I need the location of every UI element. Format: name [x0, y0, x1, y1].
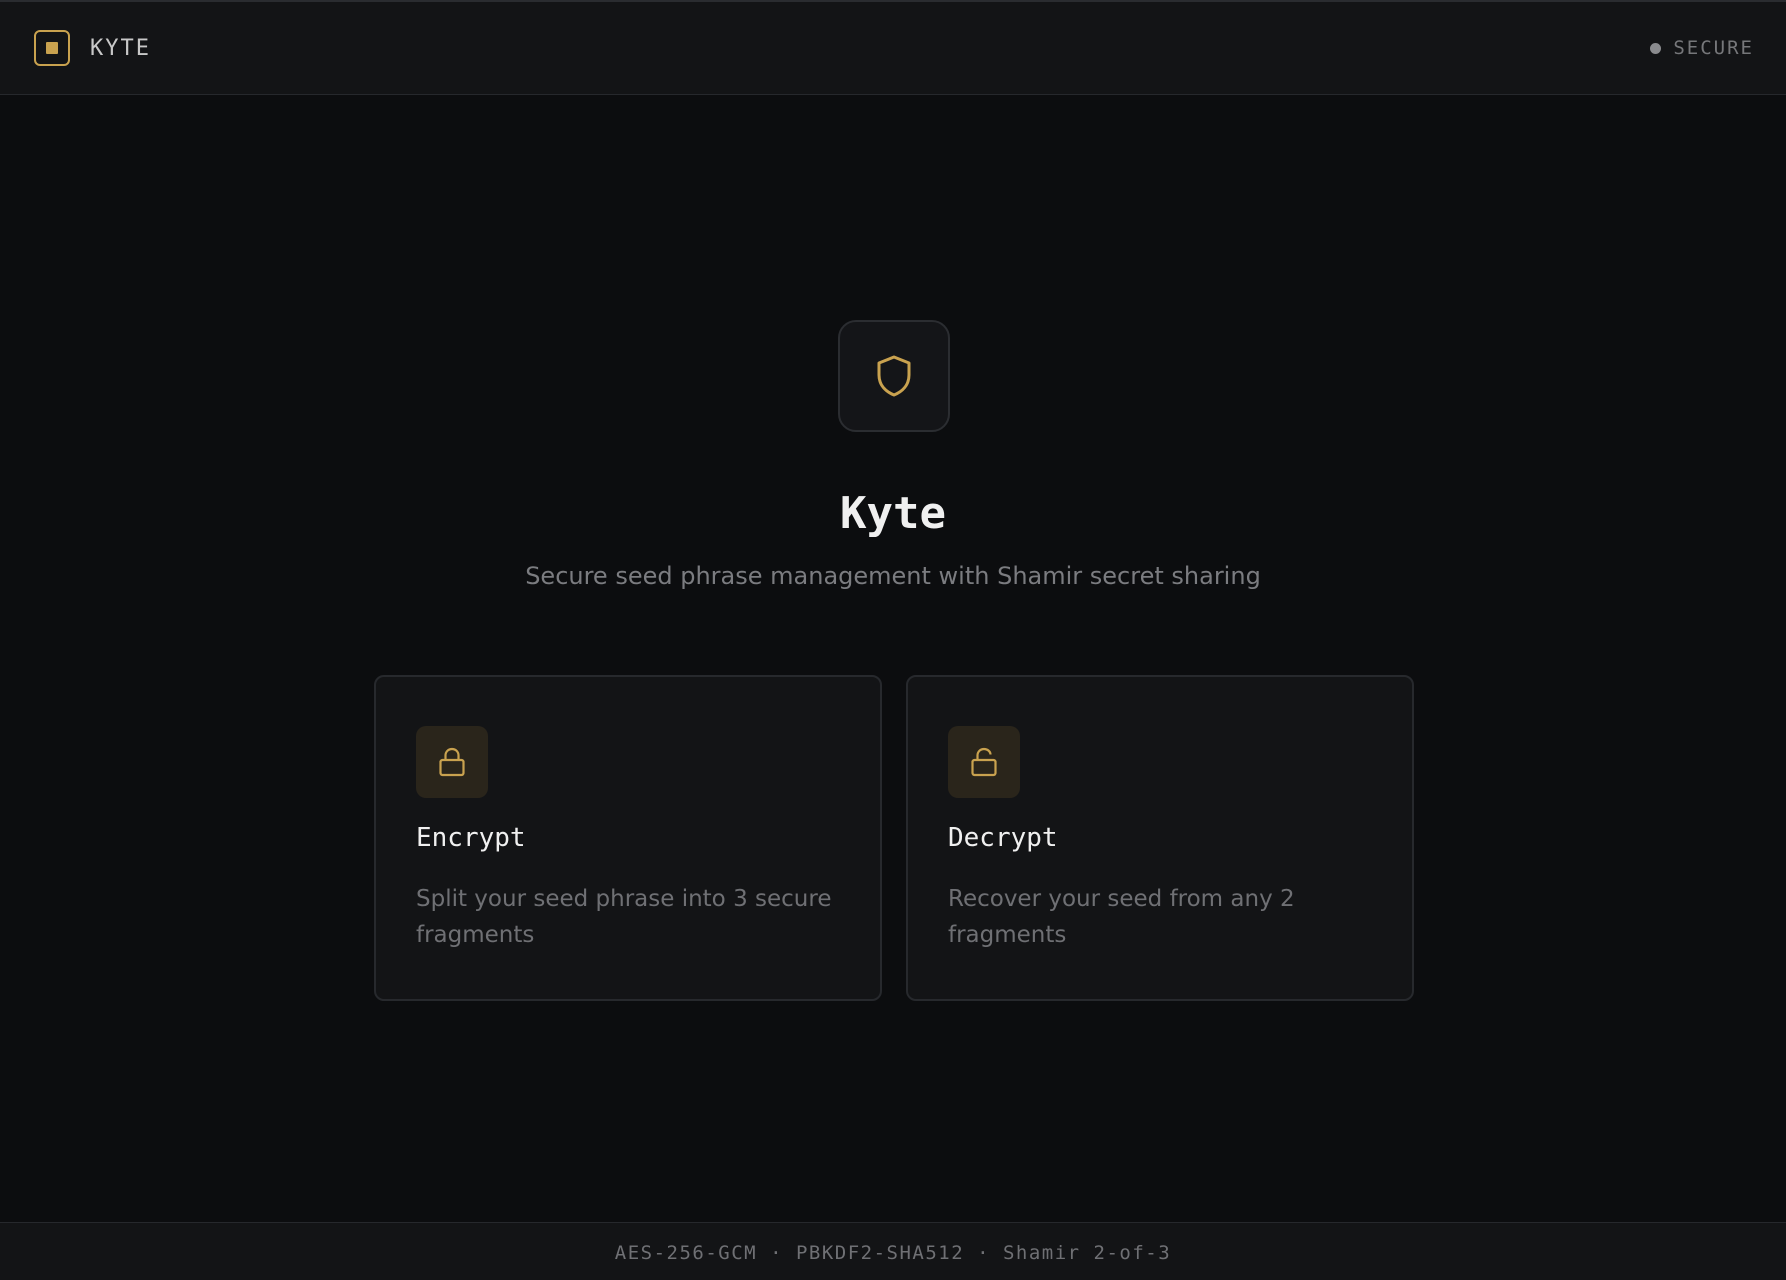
- encrypt-icon-container: [416, 726, 488, 798]
- app-root: KYTE SECURE Kyte Secure seed phrase mana…: [0, 0, 1786, 1280]
- encrypt-card[interactable]: Encrypt Split your seed phrase into 3 se…: [374, 675, 882, 1001]
- hero-icon-container: [838, 320, 950, 432]
- footer: AES-256-GCM · PBKDF2-SHA512 · Shamir 2-o…: [0, 1222, 1786, 1280]
- decrypt-icon-container: [948, 726, 1020, 798]
- page-subtitle: Secure seed phrase management with Shami…: [525, 562, 1261, 590]
- decrypt-card[interactable]: Decrypt Recover your seed from any 2 fra…: [906, 675, 1414, 1001]
- status-label: SECURE: [1673, 37, 1754, 59]
- logo-inner-square: [46, 42, 58, 54]
- status-dot-icon: [1650, 42, 1662, 54]
- brand[interactable]: KYTE: [34, 30, 151, 66]
- unlock-icon: [971, 747, 997, 777]
- decrypt-title: Decrypt: [948, 823, 1058, 853]
- security-status: SECURE: [1650, 37, 1754, 59]
- brand-name: KYTE: [90, 35, 151, 61]
- lock-icon: [439, 747, 465, 777]
- shield-icon: [877, 355, 911, 397]
- page-title: Kyte: [840, 488, 946, 539]
- kyte-logo-icon: [34, 30, 70, 66]
- decrypt-description: Recover your seed from any 2 fragments: [948, 886, 1295, 948]
- encrypt-title: Encrypt: [416, 823, 526, 853]
- crypto-spec-text: AES-256-GCM · PBKDF2-SHA512 · Shamir 2-o…: [614, 1241, 1172, 1264]
- top-bar: KYTE SECURE: [0, 2, 1786, 95]
- encrypt-description: Split your seed phrase into 3 secure fra…: [416, 886, 832, 948]
